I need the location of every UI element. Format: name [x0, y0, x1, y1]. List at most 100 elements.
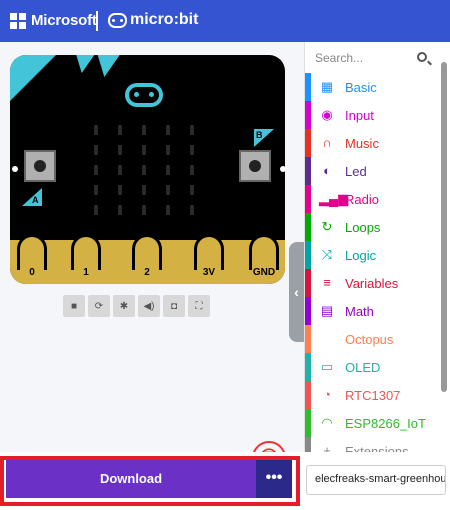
category-radio[interactable]: ▂▄▆ Radio	[305, 185, 445, 213]
pin-gnd[interactable]	[249, 234, 279, 270]
led	[118, 185, 122, 195]
led	[190, 165, 194, 175]
led	[190, 125, 194, 135]
category-led[interactable]: ◐ Led	[305, 157, 445, 185]
category-label: Logic	[345, 248, 377, 263]
category-bar	[305, 185, 311, 213]
collapse-simulator-button[interactable]: ‹	[289, 242, 304, 342]
led	[94, 145, 98, 155]
simulator-panel: A B 0 1 2 3V GND ■ ⟳ ✱ ◀) ◘ ⛶ ‹ ⑦	[0, 42, 304, 475]
pin-label: GND	[252, 267, 276, 278]
debug-icon[interactable]: ✱	[113, 295, 135, 317]
header-bar: Microsoft micro:bit	[0, 0, 450, 42]
category-label: Math	[345, 304, 374, 319]
category-bar	[305, 213, 311, 241]
sound-icon[interactable]: ◀)	[138, 295, 160, 317]
stop-icon[interactable]: ■	[63, 295, 85, 317]
led	[118, 165, 122, 175]
pin-3v[interactable]	[194, 234, 224, 270]
led	[190, 185, 194, 195]
led	[166, 205, 170, 215]
download-button[interactable]: Download	[6, 460, 256, 498]
toolbox-scrollbar[interactable]	[441, 62, 447, 392]
led	[142, 205, 146, 215]
category-bar	[305, 353, 311, 381]
project-name-input[interactable]: elecfreaks-smart-greenhou	[306, 465, 446, 495]
button-b-label: B	[256, 130, 263, 140]
monitor-icon: ▭	[320, 359, 334, 374]
category-logic[interactable]: ⤨ Logic	[305, 241, 445, 269]
wifi-icon: ◠	[321, 415, 333, 430]
category-bar	[305, 241, 311, 269]
led	[142, 165, 146, 175]
pin-2[interactable]	[132, 234, 162, 270]
microbit-logo-icon	[108, 13, 127, 28]
led	[94, 185, 98, 195]
category-oled[interactable]: ▭ OLED	[305, 353, 445, 381]
category-basic[interactable]: ▦ Basic	[305, 73, 445, 101]
screenshot-icon[interactable]: ◘	[163, 295, 185, 317]
led	[118, 145, 122, 155]
search-input[interactable]: Search...	[309, 48, 433, 70]
fullscreen-icon[interactable]: ⛶	[188, 295, 210, 317]
microbit-board[interactable]: A B 0 1 2 3V GND	[10, 55, 285, 284]
category-input[interactable]: ◉ Input	[305, 101, 445, 129]
loop-icon: ↻	[321, 219, 333, 234]
led	[166, 165, 170, 175]
bottom-bar: Download ••• elecfreaks-smart-greenhou	[0, 452, 450, 510]
led	[166, 145, 170, 155]
category-label: Led	[345, 164, 367, 179]
pin-label: 1	[83, 267, 89, 278]
signal-icon: ▂▄▆	[319, 191, 349, 206]
category-label: Input	[345, 108, 374, 123]
led	[190, 205, 194, 215]
clock-icon: ◔	[323, 387, 331, 402]
category-label: Basic	[345, 80, 377, 95]
pin-label: 0	[29, 267, 35, 278]
category-loops[interactable]: ↻ Loops	[305, 213, 445, 241]
category-bar	[305, 269, 311, 297]
category-octopus[interactable]: Octopus	[305, 325, 445, 353]
led	[118, 125, 122, 135]
pin-label: 2	[144, 267, 150, 278]
category-bar	[305, 101, 311, 129]
chevron-left-icon: ‹	[294, 284, 299, 300]
simulator-controls: ■ ⟳ ✱ ◀) ◘ ⛶	[63, 295, 210, 317]
category-math[interactable]: ▤ Math	[305, 297, 445, 325]
category-label: Variables	[345, 276, 399, 291]
category-rtc1307[interactable]: ◔ RTC1307	[305, 381, 445, 409]
category-bar	[305, 129, 311, 157]
calculator-icon: ▤	[320, 303, 334, 318]
side-dot-left	[12, 166, 18, 172]
led	[166, 185, 170, 195]
category-esp8266-iot[interactable]: ◠ ESP8266_IoT	[305, 409, 445, 437]
led	[118, 205, 122, 215]
lines-icon: ≡	[323, 275, 331, 290]
pin-1[interactable]	[71, 234, 101, 270]
category-label: Music	[345, 136, 379, 151]
led	[190, 145, 194, 155]
category-label: Octopus	[345, 332, 394, 347]
brand-name: Microsoft	[31, 12, 97, 29]
category-bar	[305, 409, 311, 437]
shuffle-icon: ⤨	[321, 247, 333, 262]
toolbox: Search... ▦ Basic ◉ Input ∩ Music ◐ Led …	[304, 42, 450, 465]
category-label: Loops	[345, 220, 381, 235]
button-a[interactable]	[24, 150, 56, 182]
toggle-icon: ◐	[323, 163, 331, 178]
side-dot-right	[280, 166, 286, 172]
led	[94, 125, 98, 135]
button-a-label: A	[32, 195, 39, 205]
download-more-button[interactable]: •••	[256, 460, 292, 498]
category-music[interactable]: ∩ Music	[305, 129, 445, 157]
category-variables[interactable]: ≡ Variables	[305, 269, 445, 297]
category-label: ESP8266_IoT	[345, 416, 426, 431]
button-b[interactable]	[239, 150, 271, 182]
search-icon[interactable]	[417, 52, 427, 62]
led	[142, 185, 146, 195]
microbit-board-logo-icon	[125, 83, 163, 107]
microsoft-logo-icon	[10, 13, 26, 29]
pin-0[interactable]	[17, 234, 47, 270]
restart-icon[interactable]: ⟳	[88, 295, 110, 317]
category-bar	[305, 157, 311, 185]
